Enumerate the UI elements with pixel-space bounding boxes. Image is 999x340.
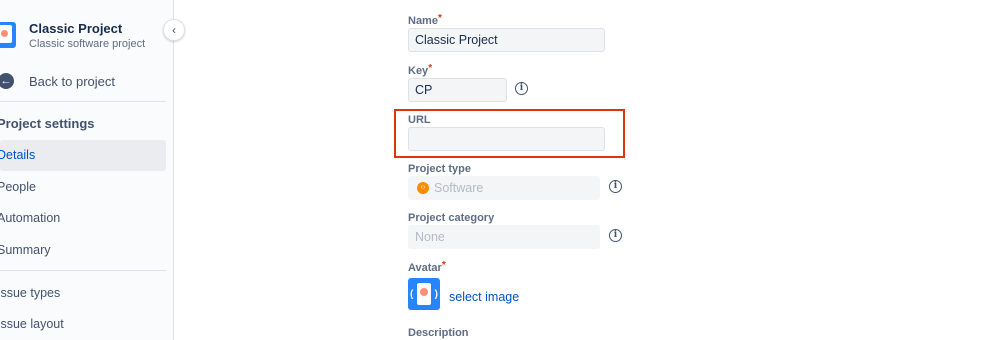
sidebar-item-people[interactable]: People (0, 172, 166, 203)
sidebar-item-summary[interactable]: Summary (0, 235, 166, 266)
info-icon[interactable]: i (609, 180, 622, 193)
sidebar-item-label: Issue types (0, 286, 61, 300)
sidebar-item-automation[interactable]: Automation (0, 203, 166, 234)
name-input[interactable] (408, 28, 605, 52)
url-input[interactable] (408, 127, 605, 151)
project-subtitle: Classic software project (29, 38, 146, 50)
project-category-select[interactable]: None (408, 225, 600, 249)
project-type-label: Project type (408, 163, 471, 175)
project-avatar-image: () (408, 278, 440, 310)
sidebar-item-label: People (0, 180, 36, 194)
required-asterisk: * (441, 260, 446, 271)
chevron-left-icon: ‹ (172, 23, 176, 37)
name-label: Name* (408, 13, 442, 27)
key-label: Key* (408, 63, 433, 77)
sidebar-divider (0, 101, 166, 102)
project-header[interactable]: Classic Project Classic software project (0, 18, 170, 54)
avatar-label: Avatar* (408, 260, 446, 274)
sidebar-item-details[interactable]: Details (0, 140, 166, 171)
select-image-link[interactable]: select image (449, 290, 519, 304)
sidebar-item-label: Issue layout (0, 317, 64, 331)
arrow-left-icon: ← (0, 73, 14, 89)
url-label: URL (408, 114, 431, 126)
sidebar-item-label: Details (0, 148, 36, 162)
description-label: Description (408, 327, 469, 339)
software-icon: ‹› (417, 182, 429, 194)
sidebar-item-label: Automation (0, 211, 61, 225)
sidebar-item-issue-layout[interactable]: Issue layout (0, 309, 166, 340)
collapse-sidebar-button[interactable]: ‹ (163, 19, 185, 41)
project-avatar (0, 22, 16, 48)
project-type-value: Software (434, 181, 484, 195)
project-sidebar: Classic Project Classic software project… (0, 0, 174, 340)
info-icon[interactable]: i (609, 229, 622, 242)
required-asterisk: * (428, 63, 433, 74)
project-name: Classic Project (29, 21, 123, 36)
section-title: Project settings (0, 116, 95, 131)
back-to-project-link[interactable]: ← Back to project (0, 70, 170, 94)
back-label: Back to project (29, 74, 115, 89)
sidebar-item-issue-types[interactable]: Issue types (0, 278, 166, 309)
project-category-label: Project category (408, 212, 495, 224)
sidebar-item-label: Summary (0, 243, 51, 257)
project-category-placeholder: None (415, 230, 445, 244)
project-type-select[interactable]: Software (408, 176, 600, 200)
sidebar-divider (0, 270, 166, 271)
key-input[interactable] (408, 78, 507, 102)
info-icon[interactable]: i (515, 82, 528, 95)
required-asterisk: * (437, 13, 442, 24)
